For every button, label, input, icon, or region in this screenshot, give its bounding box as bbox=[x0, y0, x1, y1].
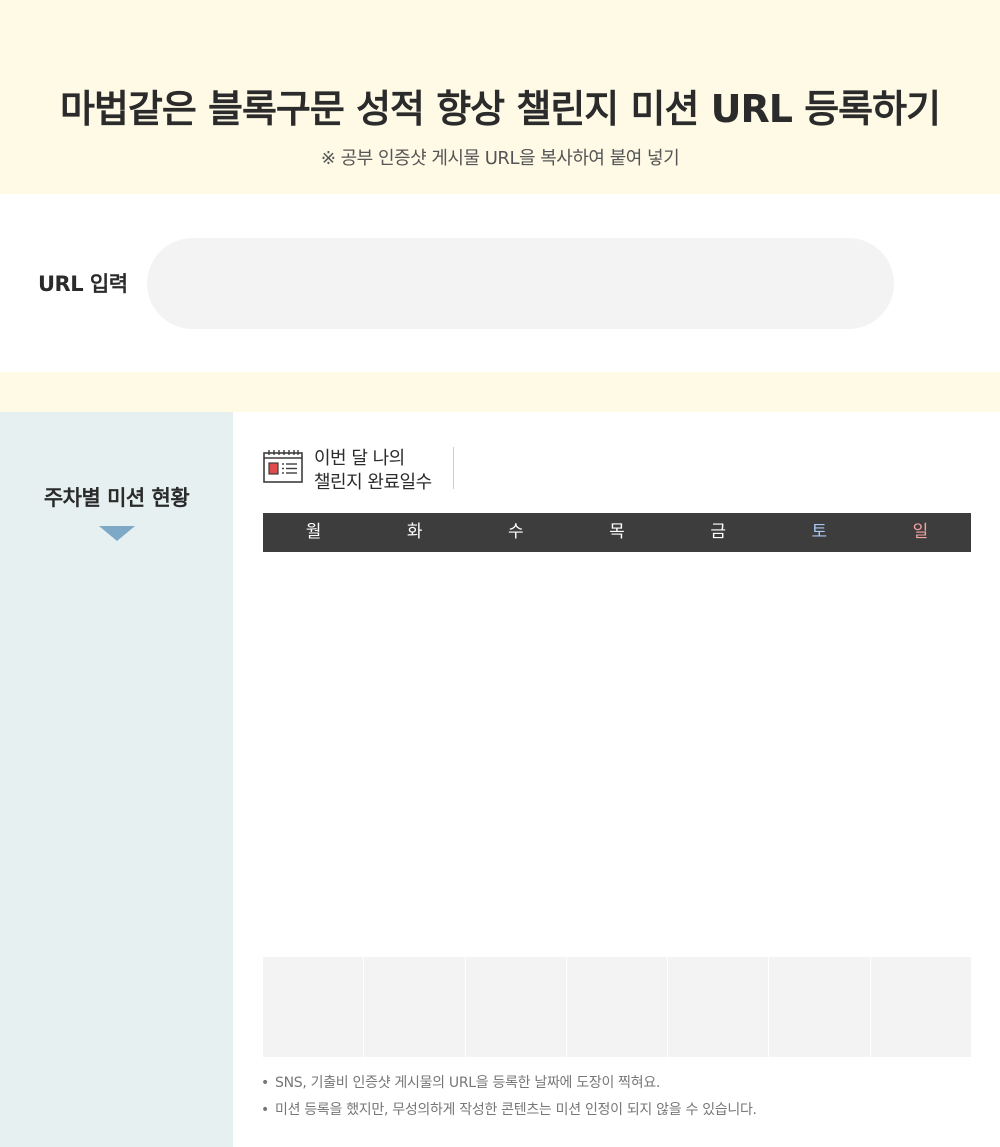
hero-banner: 마법같은 블록구문 성적 향상 챌린지 미션 URL 등록하기 ※ 공부 인증샷… bbox=[0, 0, 1000, 194]
weekday-fri: 금 bbox=[710, 522, 726, 542]
page-title: 마법같은 블록구문 성적 향상 챌린지 미션 URL 등록하기 bbox=[59, 87, 941, 131]
sidebar-title: 주차별 미션 현황 bbox=[43, 486, 190, 510]
weekday-tue: 화 bbox=[406, 522, 423, 542]
weekday-header: 월 화 수 목 금 토 일 bbox=[263, 513, 971, 552]
stamp-cell-sun bbox=[870, 957, 971, 1057]
weekday-thu: 목 bbox=[609, 522, 625, 542]
completion-label-line1: 이번 달 나의 bbox=[314, 448, 405, 469]
stamp-cell-tue bbox=[364, 957, 465, 1057]
weekday-mon: 월 bbox=[305, 522, 322, 542]
stamp-grid bbox=[263, 957, 971, 1057]
caret-down-icon bbox=[99, 526, 135, 541]
note-item: SNS, 기출비 인증샷 게시물의 URL을 등록한 날짜에 도장이 찍혀요. bbox=[261, 1070, 757, 1097]
completion-count-label: 이번 달 나의 챌린지 완료일수 bbox=[314, 447, 432, 495]
page-subtitle: ※ 공부 인증샷 게시물 URL을 복사하여 붙여 넣기 bbox=[320, 148, 680, 169]
notes-list: SNS, 기출비 인증샷 게시물의 URL을 등록한 날짜에 도장이 찍혀요. … bbox=[261, 1070, 757, 1124]
stamp-cell-sat bbox=[769, 957, 870, 1057]
calendar-icon bbox=[263, 450, 303, 483]
note-item: 미션 등록을 했지만, 무성의하게 작성한 콘텐츠는 미션 인정이 되지 않을 … bbox=[261, 1097, 757, 1124]
stamp-cell-wed bbox=[465, 957, 566, 1057]
sidebar: 주차별 미션 현황 bbox=[0, 412, 233, 1147]
completion-label-line2: 챌린지 완료일수 bbox=[314, 472, 432, 493]
section-divider bbox=[0, 372, 1000, 412]
mission-panel: 이번 달 나의 챌린지 완료일수 월 화 수 목 금 토 일 SNS, 기출비 … bbox=[233, 412, 1000, 1147]
stamp-cell-thu bbox=[566, 957, 668, 1057]
weekday-wed: 수 bbox=[508, 522, 524, 542]
stamp-cell-mon bbox=[263, 957, 364, 1057]
weekday-sat: 토 bbox=[811, 522, 828, 542]
stamp-cell-fri bbox=[668, 957, 769, 1057]
weekday-sun: 일 bbox=[912, 522, 929, 542]
count-divider bbox=[453, 447, 454, 489]
url-input-label: URL 입력 bbox=[38, 272, 128, 296]
url-form: URL 입력 bbox=[0, 194, 1000, 372]
url-input[interactable] bbox=[147, 238, 894, 329]
